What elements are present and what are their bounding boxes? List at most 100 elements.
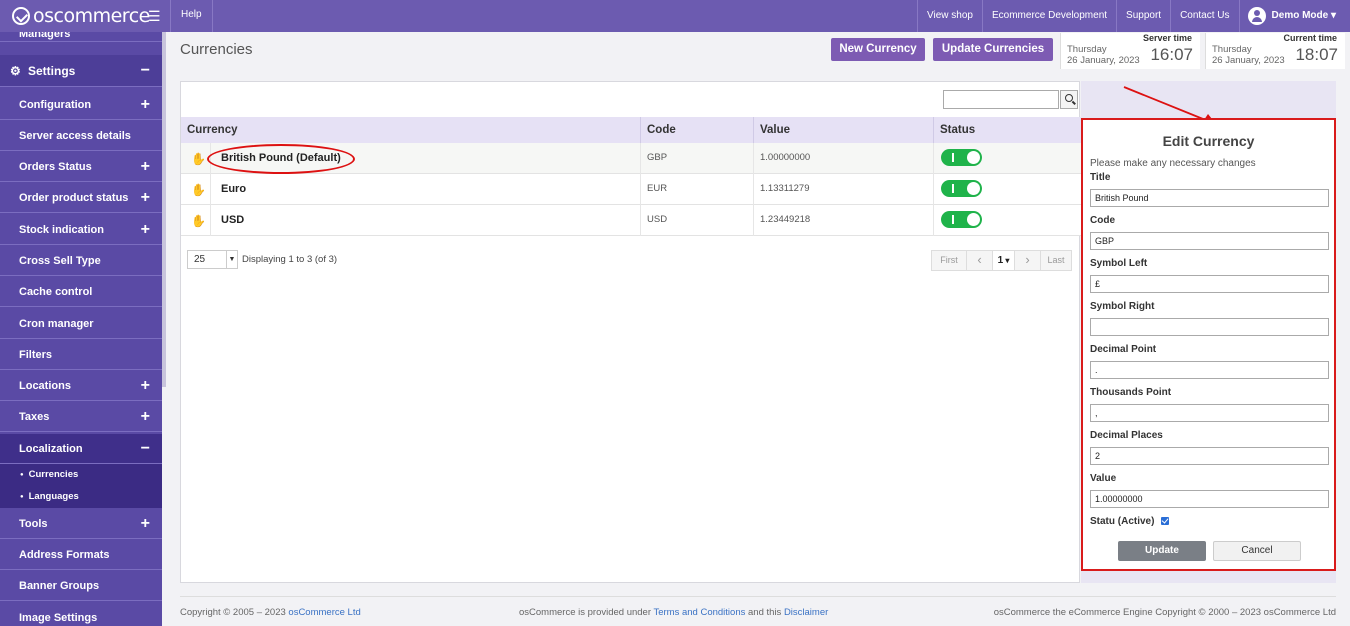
sidebar-item-stock-indication[interactable]: Stock indication +: [0, 215, 162, 245]
sidebar-item-label: Filters: [19, 349, 53, 361]
sidebar-item-label: Address Formats: [19, 549, 110, 561]
expand-icon: +: [140, 96, 150, 113]
sidebar-subitem-currencies[interactable]: Currencies: [0, 464, 162, 486]
sidebar-item-settings[interactable]: ⚙ Settings −: [0, 55, 162, 87]
table-row[interactable]: ✋ Euro EUR 1.13311279: [181, 174, 1081, 205]
sidebar-item-cache-control[interactable]: Cache control: [0, 277, 162, 307]
sidebar-item-locations[interactable]: Locations +: [0, 371, 162, 401]
terms-link[interactable]: Terms and Conditions: [653, 607, 745, 618]
sidebar-item-label: Stock indication: [19, 224, 104, 236]
drag-handle-icon[interactable]: ✋: [191, 183, 206, 197]
sidebar-item-label: Image Settings: [19, 612, 98, 624]
code-field[interactable]: [1090, 232, 1329, 250]
thousands-point-field[interactable]: [1090, 404, 1329, 422]
sidebar-item-taxes[interactable]: Taxes +: [0, 402, 162, 432]
server-time-box: Server time Thursday 26 January, 2023 16:…: [1060, 33, 1200, 69]
support-link[interactable]: Support: [1116, 0, 1170, 32]
sidebar-item-label: Configuration: [19, 99, 92, 111]
current-time-date: Thursday 26 January, 2023: [1212, 44, 1285, 66]
sidebar-item-label: Orders Status: [19, 161, 92, 173]
collapse-icon: −: [140, 62, 150, 79]
edit-panel-subtitle: Please make any necessary changes: [1090, 158, 1256, 169]
top-nav: View shop Ecommerce Development Support …: [917, 0, 1350, 32]
sidebar-item-banner-groups[interactable]: Banner Groups: [0, 571, 162, 601]
contact-us-link[interactable]: Contact Us: [1170, 0, 1238, 32]
ecommerce-development-link[interactable]: Ecommerce Development: [981, 0, 1116, 32]
decimal-point-field[interactable]: [1090, 361, 1329, 379]
value-field[interactable]: [1090, 490, 1329, 508]
cancel-button[interactable]: Cancel: [1213, 541, 1301, 561]
current-time-label: Current time: [1283, 33, 1337, 43]
sidebar-item-address-formats[interactable]: Address Formats: [0, 540, 162, 570]
sidebar-item-label: Order product status: [19, 192, 129, 204]
new-currency-button[interactable]: New Currency: [831, 38, 925, 61]
logo[interactable]: oscommerce: [0, 0, 170, 32]
sidebar-item-configuration[interactable]: Configuration +: [0, 90, 162, 120]
disclaimer-link[interactable]: Disclaimer: [784, 607, 828, 618]
next-page-button[interactable]: ›: [1014, 250, 1041, 271]
sidebar-item-cron-manager[interactable]: Cron manager: [0, 309, 162, 339]
sidebar-item-tools[interactable]: Tools +: [0, 509, 162, 539]
expand-icon: +: [140, 515, 150, 532]
sidebar-scrollbar[interactable]: [162, 32, 166, 387]
per-page-select[interactable]: 25 ▼: [187, 250, 238, 269]
update-button[interactable]: Update: [1118, 541, 1206, 561]
oscommerce-ltd-link[interactable]: osCommerce Ltd: [288, 607, 360, 618]
status-toggle[interactable]: [941, 211, 982, 228]
sidebar-item-filters[interactable]: Filters: [0, 340, 162, 370]
symbol-left-field[interactable]: [1090, 275, 1329, 293]
column-currency[interactable]: Currency: [181, 117, 641, 143]
footer-divider: [180, 596, 1336, 597]
status-active-checkbox[interactable]: [1161, 517, 1169, 525]
sidebar-item-managers[interactable]: Managers +: [0, 32, 162, 42]
expand-icon: +: [140, 189, 150, 206]
currency-value: 1.13311279: [760, 183, 810, 194]
currencies-panel: Currency Code Value Status ✋ British Pou…: [180, 81, 1081, 583]
symbol-left-label: Symbol Left: [1090, 258, 1148, 269]
currency-code: EUR: [647, 183, 668, 194]
sidebar-item-label: Server access details: [19, 130, 131, 142]
help-link[interactable]: Help: [170, 0, 213, 32]
sidebar-item-image-settings[interactable]: Image Settings: [0, 603, 162, 626]
footer-copyright: Copyright © 2005 – 2023 osCommerce Ltd: [180, 607, 361, 618]
menu-toggle-icon[interactable]: ☰: [148, 8, 161, 25]
logo-text: oscommerce: [33, 5, 150, 27]
server-time-value: 16:07: [1150, 45, 1193, 64]
edit-panel-title: Edit Currency: [1162, 133, 1255, 149]
search-button[interactable]: [1060, 90, 1078, 109]
first-page-button[interactable]: First: [931, 250, 967, 271]
code-label: Code: [1090, 215, 1115, 226]
decimal-places-field[interactable]: [1090, 447, 1329, 465]
sidebar-item-localization[interactable]: Localization −: [0, 434, 162, 464]
view-shop-link[interactable]: View shop: [917, 0, 982, 32]
value-label: Value: [1090, 473, 1117, 484]
update-currencies-button[interactable]: Update Currencies: [933, 38, 1053, 61]
title-field[interactable]: [1090, 189, 1329, 207]
user-menu[interactable]: Demo Mode ▾: [1238, 0, 1350, 32]
drag-handle-icon[interactable]: ✋: [191, 214, 206, 228]
column-value[interactable]: Value: [754, 117, 934, 143]
symbol-right-field[interactable]: [1090, 318, 1329, 336]
sidebar-item-label: Managers: [19, 32, 71, 40]
column-code[interactable]: Code: [641, 117, 754, 143]
table-row[interactable]: ✋ USD USD 1.23449218: [181, 205, 1081, 236]
column-status[interactable]: Status: [934, 117, 1081, 143]
status-toggle[interactable]: [941, 149, 982, 166]
search-input[interactable]: [943, 90, 1059, 109]
sidebar-item-cross-sell-type[interactable]: Cross Sell Type: [0, 246, 162, 276]
table-row[interactable]: ✋ British Pound (Default) GBP 1.00000000: [181, 143, 1081, 174]
sidebar-item-server-access-details[interactable]: Server access details: [0, 121, 162, 151]
drag-handle-icon[interactable]: ✋: [191, 152, 206, 166]
decimal-point-label: Decimal Point: [1090, 344, 1157, 355]
sidebar-item-label: Cross Sell Type: [19, 255, 101, 267]
page-select[interactable]: 1 ▾: [992, 250, 1015, 271]
sidebar-subitem-languages[interactable]: Languages: [0, 486, 162, 508]
status-toggle[interactable]: [941, 180, 982, 197]
last-page-button[interactable]: Last: [1040, 250, 1072, 271]
sidebar-item-order-product-status[interactable]: Order product status +: [0, 183, 162, 213]
sidebar-item-orders-status[interactable]: Orders Status +: [0, 152, 162, 182]
search-box: [943, 90, 1078, 109]
currency-name: British Pound (Default): [221, 152, 341, 164]
prev-page-button[interactable]: ‹: [966, 250, 993, 271]
footer-terms: osCommerce is provided under Terms and C…: [519, 607, 829, 618]
